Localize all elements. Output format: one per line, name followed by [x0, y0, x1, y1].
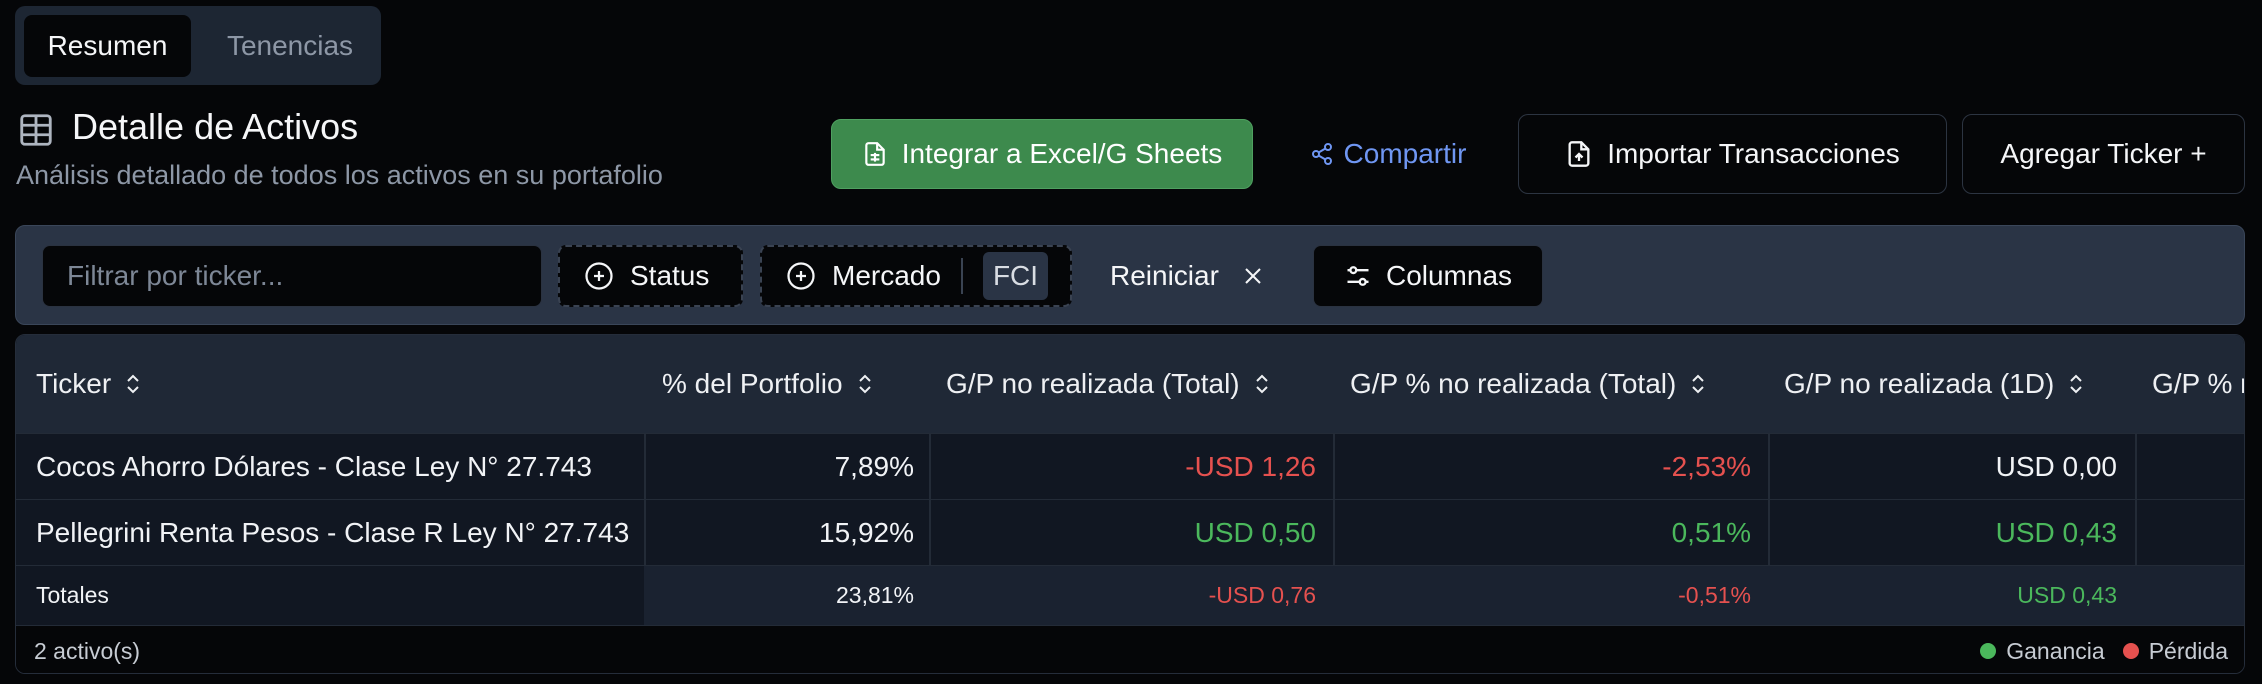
- sort-icon: [1692, 374, 1705, 394]
- sort-icon: [127, 374, 139, 394]
- ticker-filter-input[interactable]: [42, 245, 542, 307]
- totals-portfolio-pct: 23,81%: [835, 582, 914, 608]
- sort-icon: [858, 374, 871, 394]
- cell-portfolio-pct: 15,92%: [819, 516, 914, 548]
- page-title: Detalle de Activos: [72, 106, 359, 147]
- add-ticker-button[interactable]: Agregar Ticker +: [1962, 114, 2245, 194]
- close-icon: [1245, 268, 1261, 284]
- status-filter-label: Status: [630, 260, 710, 291]
- market-filter-label: Mercado: [832, 260, 941, 291]
- market-selected-badge: FCI: [982, 252, 1049, 300]
- asset-count: 2 activo(s): [34, 637, 141, 664]
- cell-ticker: Cocos Ahorro Dólares - Clase Ley N° 27.7…: [36, 450, 592, 482]
- column-label: Ticker: [36, 368, 112, 399]
- sort-icon: [2070, 374, 2082, 394]
- column-header-gp-total[interactable]: G/P no realizada (Total): [946, 335, 1272, 433]
- tab-tenencias[interactable]: Tenencias: [205, 15, 375, 77]
- table-row[interactable]: Cocos Ahorro Dólares - Clase Ley N° 27.7…: [16, 433, 2244, 499]
- file-upload-icon: [1568, 141, 1590, 167]
- chip-divider: [960, 258, 963, 294]
- totals-gp-1d: USD 0,43: [2017, 582, 2117, 608]
- gain-loss-legend: Ganancia Pérdida: [1980, 626, 2228, 673]
- integrate-excel-button[interactable]: Integrar a Excel/G Sheets: [831, 119, 1253, 189]
- sort-icon: [1255, 374, 1268, 394]
- cell-gp-pct-total: -2,53%: [1662, 450, 1751, 482]
- table-footer: 2 activo(s) Ganancia Pérdida: [16, 625, 2244, 673]
- cell-gp-total: USD 0,50: [1194, 516, 1316, 548]
- status-filter-button[interactable]: Status: [558, 245, 743, 307]
- table-icon: [20, 114, 52, 146]
- sliders-icon: [1347, 266, 1369, 286]
- share-button[interactable]: Compartir: [1298, 119, 1478, 189]
- column-header-ticker[interactable]: Ticker: [36, 335, 143, 433]
- table-header: Ticker % del Portfolio G/P no realizada …: [16, 335, 2245, 433]
- tab-resumen[interactable]: Resumen: [24, 15, 191, 77]
- import-transactions-button[interactable]: Importar Transacciones: [1518, 114, 1947, 194]
- column-divider: [2135, 500, 2137, 565]
- table-row[interactable]: Pellegrini Renta Pesos - Clase R Ley N° …: [16, 499, 2244, 565]
- cell-ticker: Pellegrini Renta Pesos - Clase R Ley N° …: [36, 516, 630, 548]
- legend-loss-label: Pérdida: [2148, 637, 2228, 664]
- totals-gp-total: -USD 0,76: [1208, 582, 1316, 608]
- cell-gp-1d: USD 0,00: [1995, 450, 2117, 482]
- column-label: G/P % no realizada (Total): [1350, 368, 1677, 399]
- cell-portfolio-pct: 7,89%: [834, 450, 914, 482]
- column-header-gp-pct-total[interactable]: G/P % no realizada (Total): [1350, 335, 1708, 433]
- column-header-gp-pct-1d[interactable]: G/P % r: [2152, 335, 2245, 433]
- gain-dot-icon: [1980, 643, 1997, 659]
- column-label: G/P no realizada (Total): [946, 368, 1240, 399]
- column-header-gp-1d[interactable]: G/P no realizada (1D): [1784, 335, 2086, 433]
- share-icon: [1311, 143, 1332, 165]
- reset-filters-label: Reiniciar: [1110, 260, 1219, 291]
- totals-gp-pct-total: -0,51%: [1678, 582, 1751, 608]
- column-header-portfolio-pct[interactable]: % del Portfolio: [662, 335, 875, 433]
- totals-label-cell: [16, 566, 644, 625]
- integrate-excel-label: Integrar a Excel/G Sheets: [901, 138, 1223, 169]
- cell-gp-total: -USD 1,26: [1185, 450, 1316, 482]
- columns-button[interactable]: Columnas: [1313, 245, 1543, 307]
- legend-gain-label: Ganancia: [2006, 637, 2105, 664]
- assets-table: Ticker % del Portfolio G/P no realizada …: [15, 334, 2245, 674]
- column-label: G/P no realizada (1D): [1784, 368, 2055, 399]
- totals-row: Totales 23,81% -USD 0,76 -0,51% USD 0,43: [16, 565, 2244, 625]
- page-subtitle: Análisis detallado de todos los activos …: [16, 160, 663, 190]
- view-tabs: Resumen Tenencias: [15, 6, 381, 85]
- spreadsheet-file-icon: [864, 142, 885, 166]
- totals-label: Totales: [36, 582, 109, 608]
- columns-label: Columnas: [1385, 260, 1513, 291]
- plus-circle-icon: [585, 262, 613, 290]
- add-ticker-label: Agregar Ticker +: [2000, 138, 2207, 169]
- share-label: Compartir: [1343, 138, 1467, 169]
- reset-filters-button[interactable]: Reiniciar: [1110, 245, 1265, 307]
- loss-dot-icon: [2122, 643, 2139, 659]
- market-filter-button[interactable]: Mercado FCI: [760, 245, 1072, 307]
- plus-circle-icon: [787, 262, 815, 290]
- column-divider: [2135, 434, 2137, 499]
- column-label: G/P % r: [2152, 368, 2245, 399]
- cell-gp-1d: USD 0,43: [1995, 516, 2117, 548]
- cell-gp-pct-total: 0,51%: [1671, 516, 1751, 548]
- import-transactions-label: Importar Transacciones: [1607, 138, 1900, 169]
- column-label: % del Portfolio: [662, 368, 843, 399]
